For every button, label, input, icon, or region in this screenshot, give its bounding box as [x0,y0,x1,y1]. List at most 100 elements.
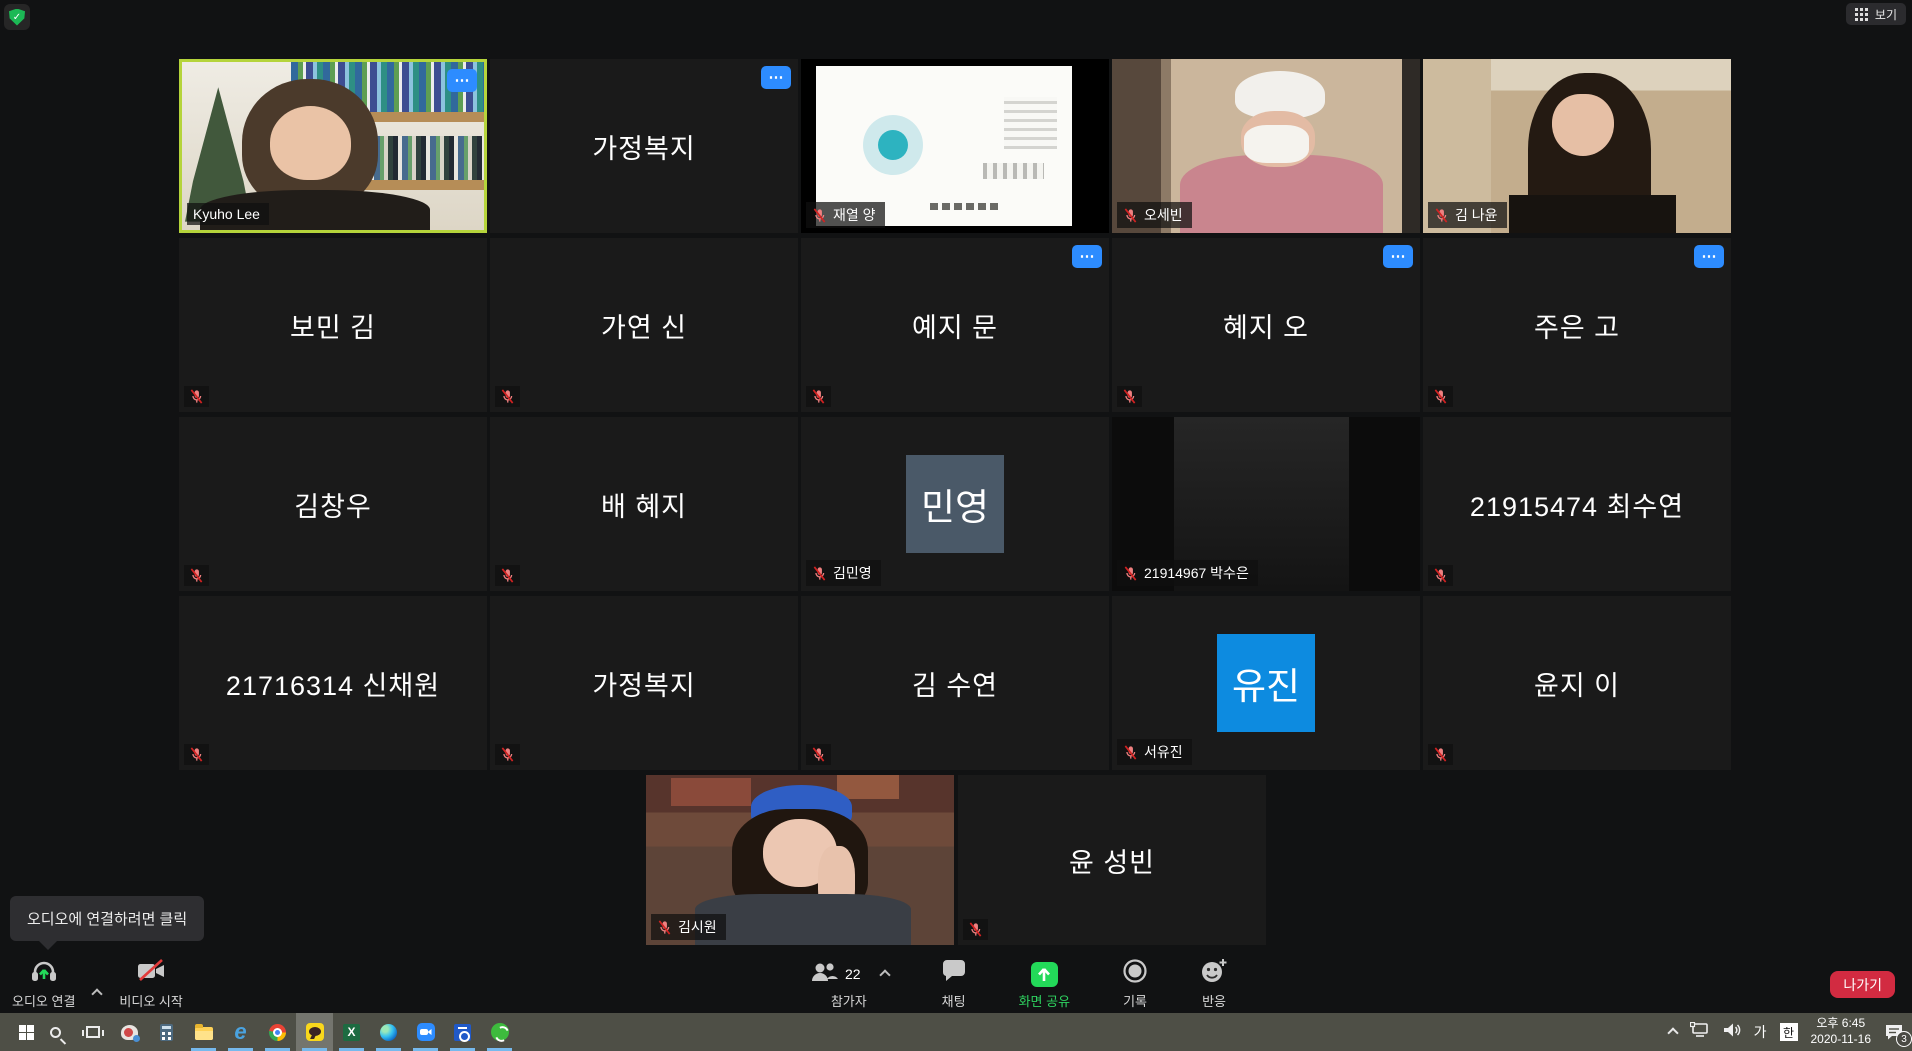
participant-name-label [806,744,831,765]
more-options-button[interactable]: ⋯ [1072,245,1102,268]
participants-caret[interactable] [879,969,890,980]
gallery-grid-icon [1855,8,1868,21]
more-options-button[interactable]: ⋯ [1694,245,1724,268]
taskbar-app-edge[interactable] [370,1013,407,1051]
connect-audio-button[interactable]: 오디오 연결 [8,954,79,1010]
reactions-button[interactable]: 반응 [1196,954,1232,1010]
taskbar-clock[interactable]: 오후 6:45 2020-11-16 [1811,1016,1872,1047]
ime-korean-indicator[interactable]: 가 [1754,1022,1767,1042]
more-options-button[interactable]: ⋯ [1383,245,1413,268]
view-button-label: 보기 [1875,6,1897,23]
taskbar-app-screen-recorder[interactable] [111,1013,148,1051]
tray-date: 2020-11-16 [1811,1032,1872,1046]
chat-button[interactable]: 채팅 [937,954,971,1010]
participant-tile[interactable]: 21915474 최수연 [1423,417,1731,591]
headphones-icon [29,958,59,987]
participants-button[interactable]: 22 참가자 [805,954,893,1010]
record-icon [1122,958,1148,987]
participant-tile[interactable]: 가정복지⋯ [490,59,798,233]
taskbar-app-chrome[interactable] [259,1013,296,1051]
chrome-icon [269,1024,286,1041]
participant-name-label [1428,744,1453,765]
participant-tile[interactable]: 21716314 신채원 [179,596,487,770]
participant-tile[interactable]: 주은 고⋯ [1423,238,1731,412]
participant-name-label [495,744,520,765]
participant-tile[interactable]: 보민 김 [179,238,487,412]
more-options-button[interactable]: ⋯ [761,66,791,89]
participant-name: 윤지 이 [1423,596,1731,770]
ime-hangul-indicator[interactable]: 한 [1780,1023,1798,1041]
participant-label-text: 21914967 박수은 [1144,563,1249,583]
taskbar-app-file-explorer[interactable] [185,1013,222,1051]
participant-name-label: 김시원 [651,914,726,940]
participant-label-text: 서유진 [1144,742,1183,762]
muted-mic-icon [1123,208,1138,223]
search-icon [50,1027,61,1038]
participant-tile[interactable]: 21914967 박수은 [1112,417,1420,591]
reactions-label: 반응 [1202,991,1226,1010]
participant-tile[interactable]: 혜지 오⋯ [1112,238,1420,412]
participant-tile[interactable]: 민영김민영 [801,417,1109,591]
muted-mic-icon [1433,568,1448,583]
taskbar-app-excel[interactable]: X [333,1013,370,1051]
task-view-icon [86,1026,100,1038]
participant-name: 김창우 [179,417,487,591]
leave-meeting-button[interactable]: 나가기 [1830,971,1895,998]
participant-label-text: 김시원 [678,917,717,937]
security-shield-icon[interactable]: ✓ [4,4,30,30]
participant-tile[interactable]: ⋯ Kyuho Lee [179,59,487,233]
participant-tile[interactable]: 윤 성빈 [958,775,1266,945]
participant-tile[interactable]: 가연 신 [490,238,798,412]
tray-time: 오후 6:45 [1816,1016,1865,1030]
taskbar-app-search[interactable] [37,1013,74,1051]
taskbar-app-internet-explorer[interactable]: e [222,1013,259,1051]
taskbar-app-start[interactable] [0,1013,37,1051]
avatar: 유진 [1217,634,1315,732]
participant-tile[interactable]: 윤지 이 [1423,596,1731,770]
taskbar-app-kakaotalk[interactable] [296,1013,333,1051]
participant-tile[interactable]: 김 나윤 [1423,59,1731,233]
participant-name: 가정복지 [490,596,798,770]
participant-name-label [1117,386,1142,407]
participant-tile[interactable]: 유진서유진 [1112,596,1420,770]
chat-bubble-icon [941,960,967,987]
more-options-button[interactable]: ⋯ [447,69,477,92]
leave-label: 나가기 [1843,977,1882,993]
participant-tile[interactable]: 김 수연 [801,596,1109,770]
participants-label: 참가자 [831,991,867,1010]
participant-tile[interactable]: 재열 양 [801,59,1109,233]
network-icon[interactable] [1690,1022,1710,1043]
notification-badge: 3 [1896,1031,1912,1047]
taskbar-apps: eX [0,1013,518,1051]
start-video-button[interactable]: 비디오 시작 [115,954,186,1010]
taskbar-app-zoom[interactable] [407,1013,444,1051]
muted-mic-icon [968,922,983,937]
edge-icon [380,1024,397,1041]
muted-mic-icon [811,389,826,404]
participant-tile[interactable]: 김시원 [646,775,954,945]
volume-icon[interactable] [1723,1022,1741,1043]
share-screen-button[interactable]: 화면 공유 [1015,954,1074,1010]
taskbar-app-task-view[interactable] [74,1013,111,1051]
participant-name-label [806,386,831,407]
participant-tile[interactable]: 김창우 [179,417,487,591]
participant-label-text: 재열 양 [833,205,876,225]
taskbar-app-hancom-office[interactable] [444,1013,481,1051]
notification-center-icon[interactable]: 3 [1884,1023,1904,1041]
taskbar-app-calculator[interactable] [148,1013,185,1051]
screen-recorder-icon [121,1025,138,1040]
participant-tile[interactable]: 오세빈 [1112,59,1420,233]
internet-explorer-icon: e [234,1023,246,1041]
participant-tile[interactable]: 예지 문⋯ [801,238,1109,412]
participant-tile[interactable]: 가정복지 [490,596,798,770]
participant-name-label: Kyuho Lee [187,203,269,225]
participant-tile[interactable]: 배 혜지 [490,417,798,591]
hidden-icons-chevron[interactable] [1667,1027,1678,1038]
muted-mic-icon [811,747,826,762]
record-button[interactable]: 기록 [1118,954,1152,1010]
participant-name-label: 21914967 박수은 [1117,560,1258,586]
view-button[interactable]: 보기 [1846,3,1906,25]
taskbar-app-green-app[interactable] [481,1013,518,1051]
audio-options-caret[interactable] [92,988,103,999]
participant-name: 21716314 신채원 [179,596,487,770]
